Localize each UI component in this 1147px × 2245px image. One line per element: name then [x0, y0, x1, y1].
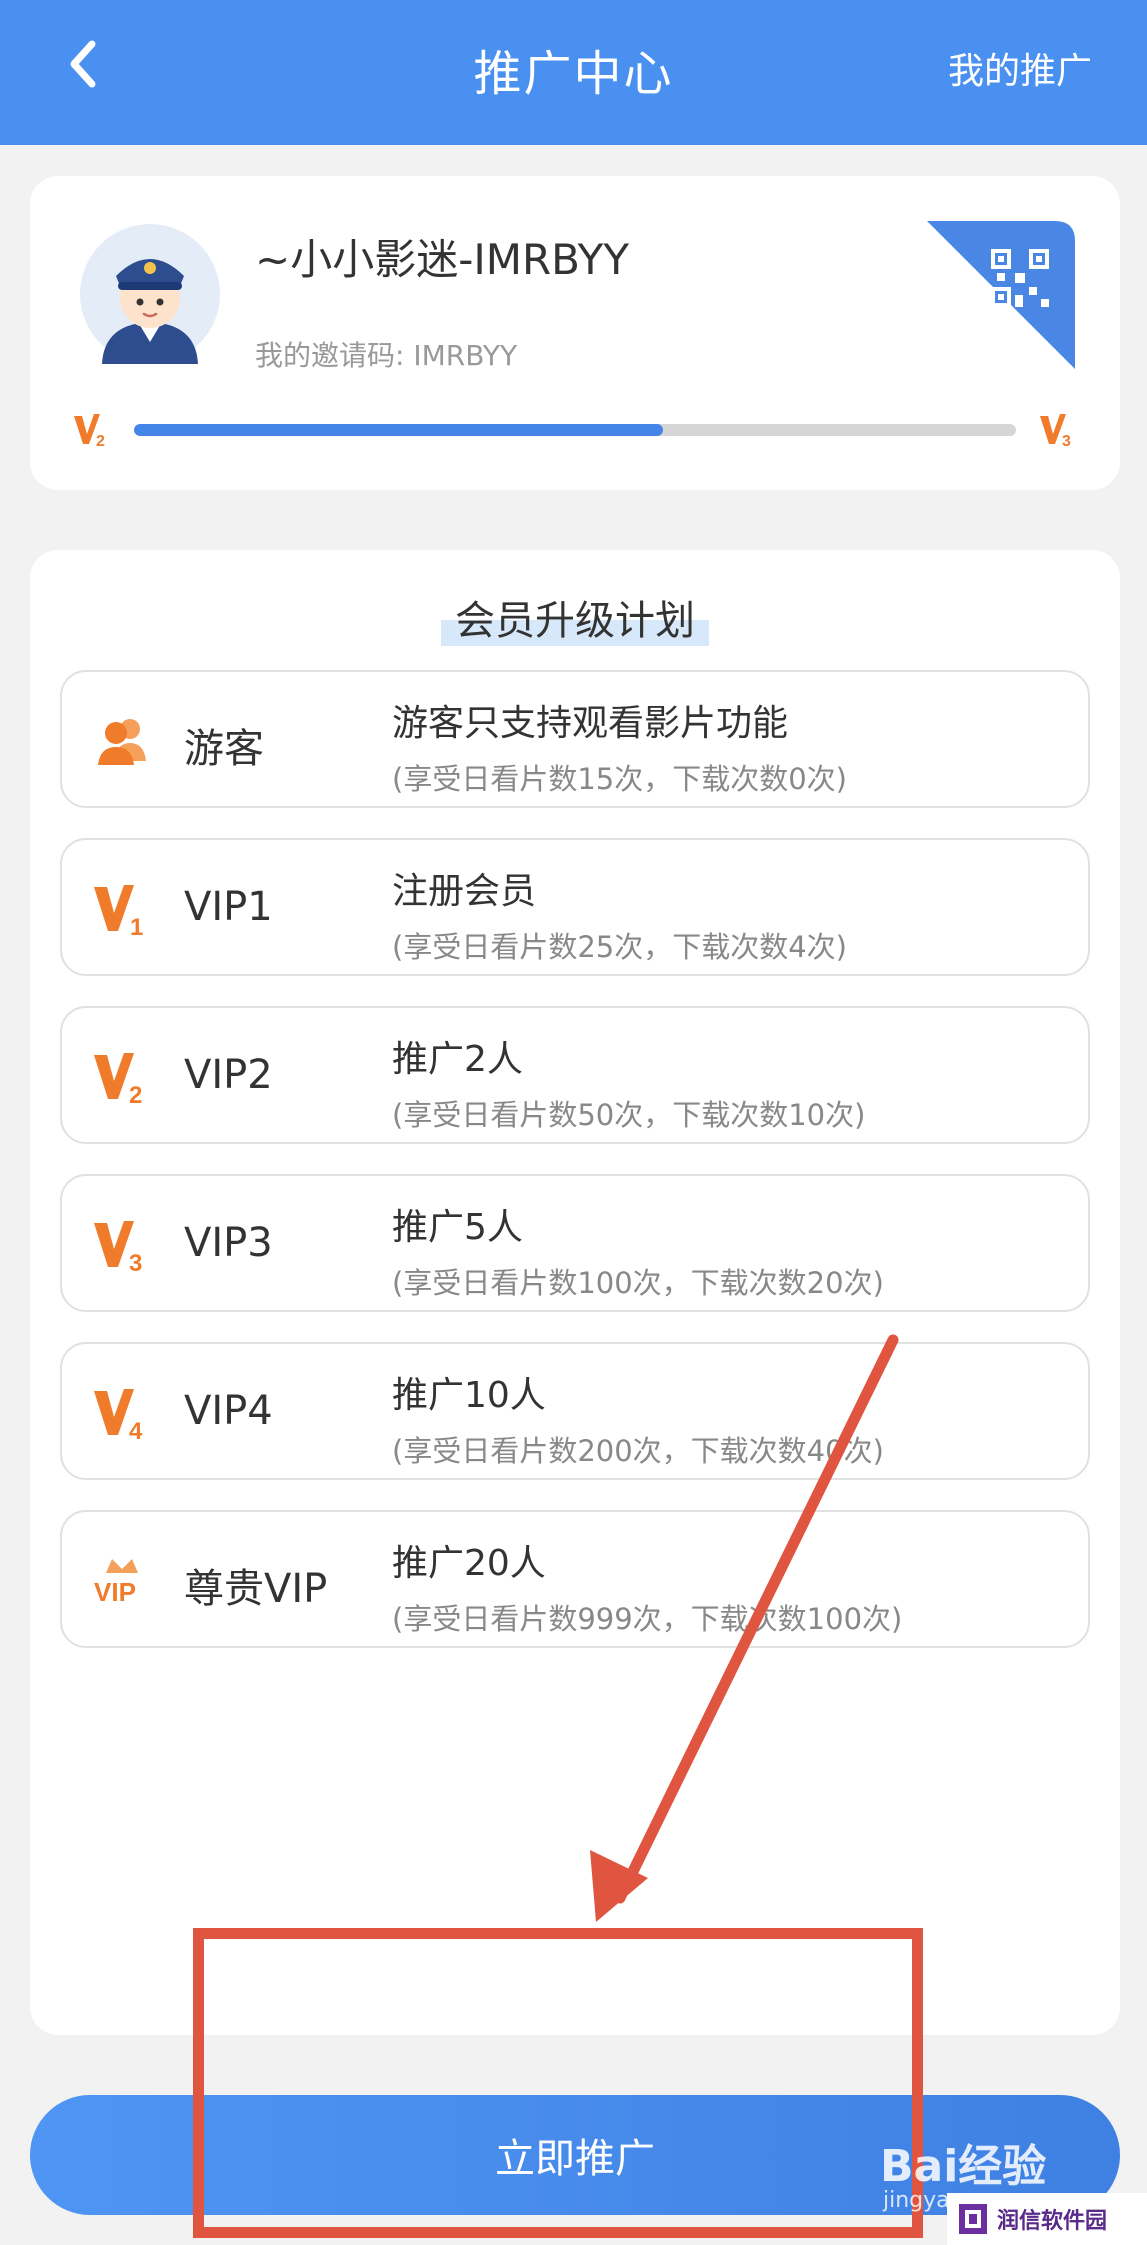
svg-text:VIP: VIP: [94, 1577, 136, 1607]
v3-level-icon: 3: [1040, 414, 1071, 450]
tier-benefits: (享受日看片数200次，下载次数40次): [392, 1434, 884, 1468]
svg-text:3: 3: [129, 1250, 142, 1275]
qr-code-icon[interactable]: [927, 221, 1075, 369]
tier-description: 注册会员: [392, 871, 537, 912]
brand-logo-icon: [959, 2204, 987, 2234]
tier-row-vip4[interactable]: 4 VIP4 推广10人 (享受日看片数200次，下载次数40次): [60, 1342, 1090, 1480]
plan-title: 会员升级计划: [30, 588, 1120, 646]
tier-name: VIP2: [184, 1052, 273, 1098]
tier-description: 游客只支持观看影片功能: [392, 703, 789, 744]
guest-icon: [98, 719, 146, 765]
baidu-watermark: Bai经验: [880, 2141, 1047, 2192]
tier-benefits: (享受日看片数15次，下载次数0次): [392, 762, 847, 796]
tier-benefits: (享受日看片数100次，下载次数20次): [392, 1266, 884, 1300]
invite-code-label: 我的邀请码:: [255, 339, 414, 372]
back-chevron-icon: [70, 40, 96, 88]
user-card: ~小小影迷-IMRBYY 我的邀请码: IMRBYY 2 3: [30, 176, 1120, 490]
membership-plan-card: 会员升级计划 游客 游客只支持观看影片功能 (享受日看片数15次，下载次数0次)…: [30, 550, 1120, 2035]
tier-description: 推广20人: [392, 1543, 546, 1584]
brand-watermark-text: 润信软件园: [997, 2209, 1108, 2234]
tier-name: VIP3: [184, 1220, 273, 1266]
tier-description: 推广10人: [392, 1375, 546, 1416]
svg-text:4: 4: [129, 1418, 143, 1443]
back-button[interactable]: [58, 36, 108, 92]
top-bar: 推广中心 我的推广: [0, 0, 1147, 145]
tier-row-premium-vip[interactable]: VIP 尊贵VIP 推广20人 (享受日看片数999次，下载次数100次): [60, 1510, 1090, 1648]
vip3-badge-icon: 3: [94, 1221, 142, 1275]
svg-text:1: 1: [130, 914, 143, 939]
vip4-badge-icon: 4: [94, 1389, 143, 1443]
tier-row-guest[interactable]: 游客 游客只支持观看影片功能 (享受日看片数15次，下载次数0次): [60, 670, 1090, 808]
tier-description: 推广2人: [392, 1039, 523, 1080]
level-progress-bar: [134, 424, 1016, 436]
level-progress-fill: [134, 424, 664, 436]
tier-row-vip3[interactable]: 3 VIP3 推广5人 (享受日看片数100次，下载次数20次): [60, 1174, 1090, 1312]
brand-watermark: 润信软件园: [947, 2193, 1147, 2245]
tier-row-vip1[interactable]: 1 VIP1 注册会员 (享受日看片数25次，下载次数4次): [60, 838, 1090, 976]
v2-level-icon: 2: [74, 414, 105, 450]
current-level-badge: 2: [72, 412, 112, 450]
tier-row-vip2[interactable]: 2 VIP2 推广2人 (享受日看片数50次，下载次数10次): [60, 1006, 1090, 1144]
tier-benefits: (享受日看片数999次，下载次数100次): [392, 1602, 903, 1636]
tier-name: 尊贵VIP: [184, 1566, 328, 1612]
tier-name: 游客: [184, 726, 264, 772]
my-promotion-link[interactable]: 我的推广: [948, 42, 1092, 94]
baidu-watermark-sub: jingya: [883, 2188, 950, 2213]
svg-text:2: 2: [96, 433, 105, 448]
tier-benefits: (享受日看片数50次，下载次数10次): [392, 1098, 866, 1132]
crown-vip-icon: VIP: [94, 1559, 138, 1607]
plan-title-text: 会员升级计划: [441, 588, 709, 646]
invite-code-line: 我的邀请码: IMRBYY: [255, 334, 517, 374]
vip1-badge-icon: 1: [94, 885, 143, 939]
tier-description: 推广5人: [392, 1207, 523, 1248]
svg-text:2: 2: [129, 1082, 142, 1107]
vip2-badge-icon: 2: [94, 1053, 142, 1107]
tier-benefits: (享受日看片数25次，下载次数4次): [392, 930, 847, 964]
avatar: [80, 224, 220, 364]
svg-text:3: 3: [1062, 433, 1071, 448]
invite-code-value: IMRBYY: [413, 339, 518, 372]
tier-name: VIP1: [184, 884, 273, 930]
user-nickname: ~小小影迷-IMRBYY: [255, 235, 629, 284]
next-level-badge: 3: [1038, 412, 1078, 450]
tier-name: VIP4: [184, 1388, 273, 1434]
annotation-highlight-box: [193, 1928, 923, 2238]
